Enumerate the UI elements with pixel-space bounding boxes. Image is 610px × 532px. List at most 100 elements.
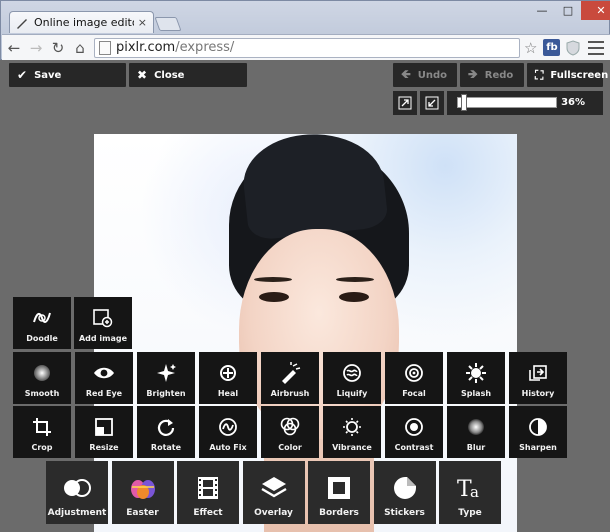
close-label: Close [154,69,185,81]
tool-label: History [521,389,555,398]
browser-tab[interactable]: Online image editor pixl × [9,11,154,33]
tool-liquify[interactable]: Liquify [323,352,381,404]
url-host: pixlr.com [116,40,176,55]
tool-add-image[interactable]: Add image [74,297,132,349]
zoom-in-fit-button[interactable] [393,91,417,115]
tool-heal[interactable]: Heal [199,352,257,404]
browser-menu-icon[interactable] [588,40,605,55]
bookmark-star-icon[interactable]: ☆ [524,39,537,57]
redo-arrow-icon: 🡺 [468,66,478,81]
tool-label: Vibrance [332,443,372,452]
tool-label: Resize [89,443,119,452]
home-icon[interactable]: ⌂ [70,38,90,58]
tool-red-eye[interactable]: Red Eye [75,352,133,404]
tool-sharpen[interactable]: Sharpen [509,406,567,458]
tool-history[interactable]: History [509,352,567,404]
undo-label: Undo [417,69,448,81]
shield-extension-icon[interactable] [566,39,580,56]
zoom-slider-track[interactable] [457,97,557,108]
tool-auto-fix[interactable]: Auto Fix [199,406,257,458]
tab-close-icon[interactable]: × [138,16,147,29]
browser-toolbar: ← → ↻ ⌂ pixlr.com /express/ ☆ fb [2,34,610,60]
zoom-actual-button[interactable] [420,91,444,115]
tool-adjustment[interactable]: Adjustment [46,461,108,524]
redo-label: Redo [484,69,514,81]
tool-doodle[interactable]: Doodle [13,297,71,349]
tool-airbrush[interactable]: Airbrush [261,352,319,404]
url-path: /express/ [175,40,235,55]
tool-label: Liquify [336,389,368,398]
blur-icon [466,416,486,438]
reload-icon[interactable]: ↻ [48,38,68,58]
tool-label: Auto Fix [209,443,247,452]
back-arrow-icon[interactable]: ← [4,38,24,58]
tool-resize[interactable]: Resize [75,406,133,458]
tool-label: Easter [126,508,159,518]
forward-arrow-icon[interactable]: → [26,38,46,58]
vibrance-icon [342,416,362,438]
tool-easter[interactable]: Easter [111,461,174,524]
splash-icon [465,362,487,384]
type-icon: Ta [456,474,484,502]
new-tab-button[interactable] [154,17,182,31]
tool-label: Borders [319,508,359,518]
film-icon [196,474,220,502]
tool-label: Red Eye [85,389,123,398]
tool-type[interactable]: Ta Type [439,461,501,524]
tool-label: Contrast [394,443,434,452]
tool-label: Overlay [254,508,293,518]
tool-overlay[interactable]: Overlay [242,461,305,524]
history-icon [528,362,548,384]
contrast-icon [404,416,424,438]
fullscreen-button[interactable]: ⛶ Fullscreen [527,63,608,87]
tool-rotate[interactable]: Rotate [137,406,195,458]
tool-label: Stickers [384,508,425,518]
facebook-extension-icon[interactable]: fb [543,39,561,56]
tool-splash[interactable]: Splash [447,352,505,404]
tool-crop[interactable]: Crop [13,406,71,458]
tool-brighten[interactable]: Brighten [137,352,195,404]
tool-label: Splash [460,389,492,398]
tool-label: Doodle [26,334,58,343]
fullscreen-label: Fullscreen [550,69,609,81]
window-close-button[interactable]: ✕ [581,1,610,20]
tool-borders[interactable]: Borders [308,461,370,524]
tool-blur[interactable]: Blur [447,406,505,458]
tool-smooth[interactable]: Smooth [13,352,71,404]
easter-icon [128,474,158,502]
color-icon [279,416,301,438]
zoom-percentage: 36% [561,97,585,108]
save-button[interactable]: ✔ Save [9,63,126,87]
sharpen-icon [528,416,548,438]
tool-label: Adjustment [47,508,107,518]
tool-label: Type [458,508,482,518]
tool-label: Smooth [24,389,60,398]
check-icon: ✔ [17,68,28,82]
shrink-icon [425,96,439,110]
minimize-button[interactable]: — [529,1,555,20]
doodle-icon [31,307,53,329]
undo-arrow-icon: 🡸 [401,66,411,81]
tool-effect[interactable]: Effect [177,461,239,524]
tool-stickers[interactable]: Stickers [373,461,436,524]
browser-chrome: Online image editor pixl × — □ ✕ ← → ↻ ⌂… [0,0,610,60]
undo-button[interactable]: 🡸 Undo [393,63,457,87]
tool-label: Sharpen [519,443,557,452]
target-icon [404,362,424,384]
close-button[interactable]: ✖ Close [129,63,247,87]
rotate-icon [156,416,176,438]
tab-title: Online image editor pixl [34,16,134,29]
tool-contrast[interactable]: Contrast [385,406,443,458]
tool-color[interactable]: Color [261,406,319,458]
address-bar[interactable]: pixlr.com /express/ [94,37,520,58]
tool-label: Focal [402,389,426,398]
liquify-icon [342,362,362,384]
close-icon: ✖ [137,68,148,82]
maximize-button[interactable]: □ [555,1,581,20]
zoom-slider-knob[interactable] [460,94,467,111]
tool-label: Airbrush [270,389,310,398]
redo-button[interactable]: 🡺 Redo [460,63,524,87]
tool-vibrance[interactable]: Vibrance [323,406,381,458]
add-image-icon [92,307,114,329]
tool-focal[interactable]: Focal [385,352,443,404]
